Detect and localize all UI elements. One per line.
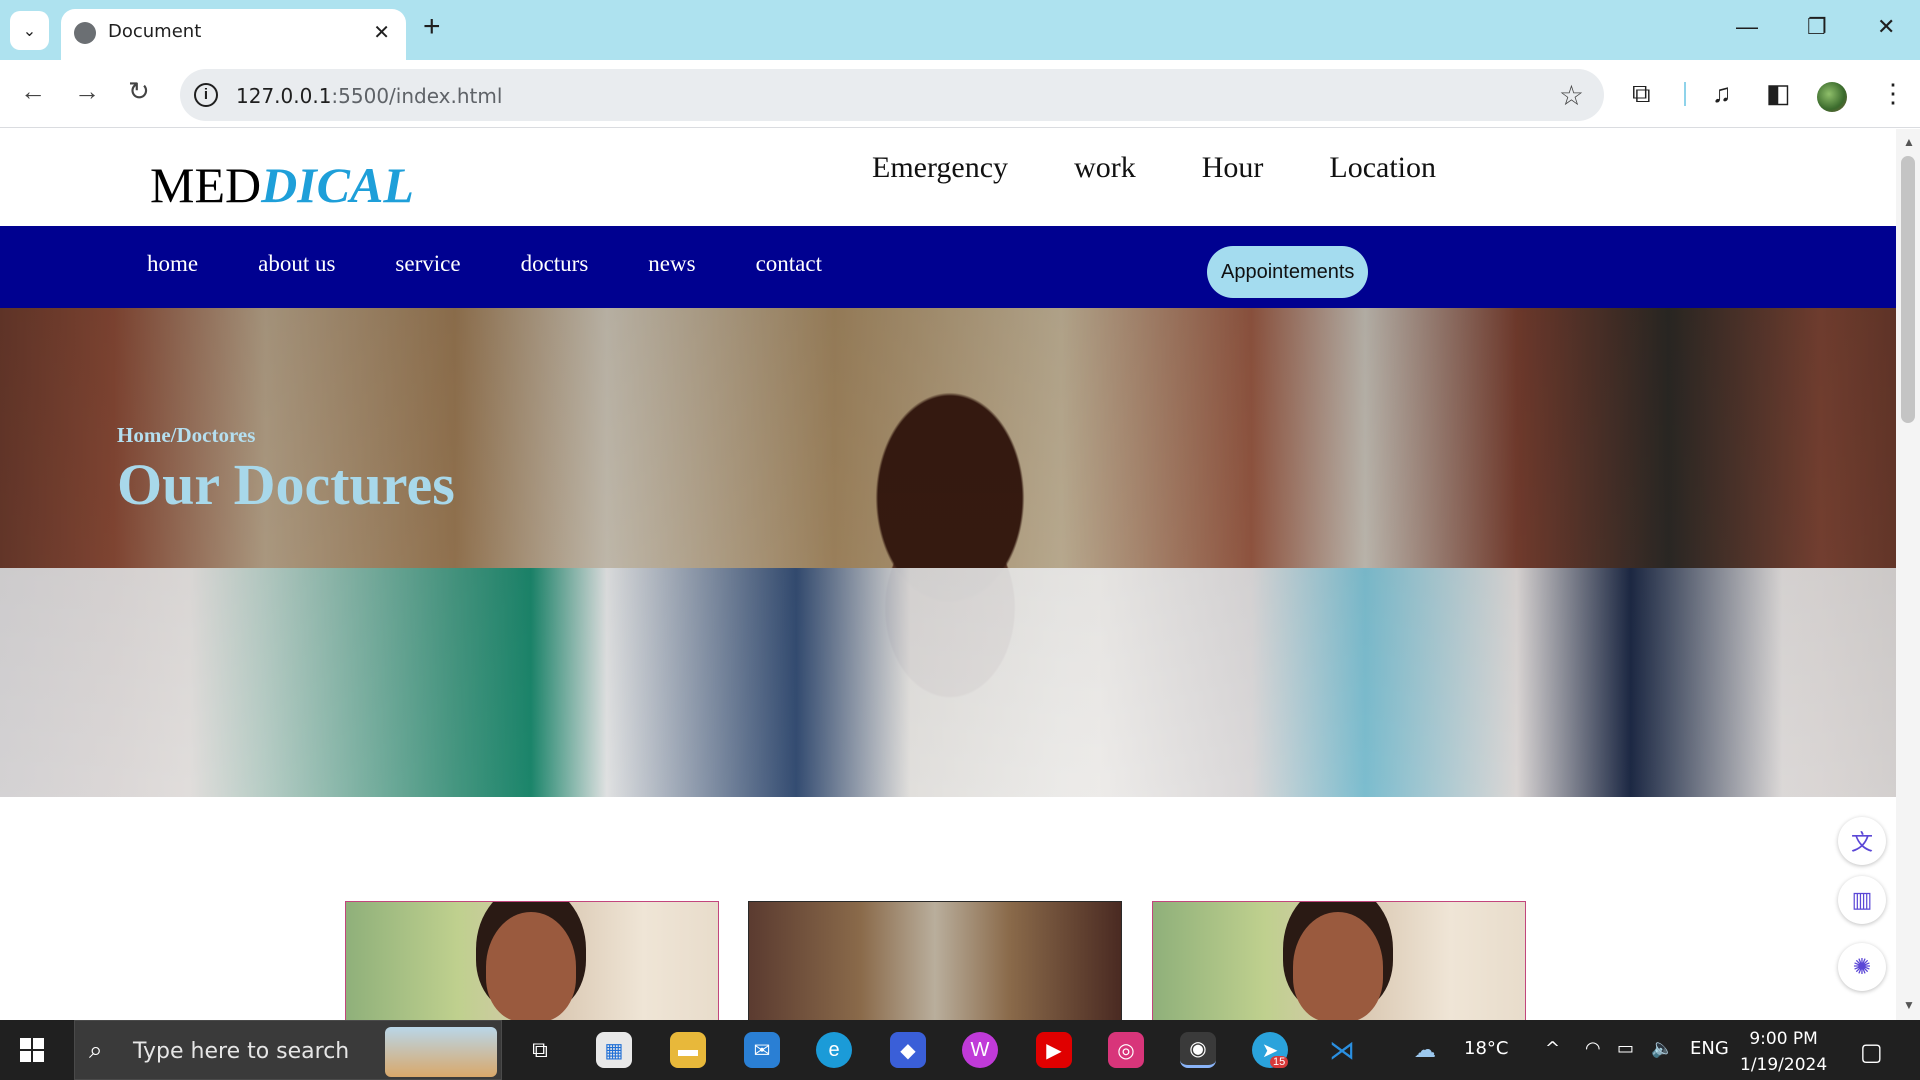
search-highlight-image [385, 1027, 497, 1077]
url-text: 127.0.0.1:5500/index.html [236, 84, 502, 108]
page-scrollbar[interactable]: ▲ ▼ [1896, 129, 1920, 1020]
doctor-card-1[interactable] [345, 901, 719, 1020]
media-control-icon[interactable]: ♫ [1712, 80, 1732, 106]
site-logo[interactable]: MEDDICAL [150, 156, 414, 214]
doctor-photo [486, 912, 576, 1020]
globe-icon [74, 22, 96, 44]
top-link-emergency[interactable]: Emergency [872, 151, 1008, 185]
close-tab-icon[interactable]: ✕ [373, 20, 390, 45]
browser-tab[interactable]: Document ✕ [61, 9, 406, 60]
search-icon: ⌕ [89, 1037, 103, 1064]
translate-icon[interactable]: 文 [1838, 817, 1886, 865]
wps-icon[interactable]: W [962, 1032, 998, 1068]
site-info-icon[interactable]: i [194, 83, 218, 107]
minimize-icon[interactable]: — [1736, 14, 1758, 40]
scroll-up-icon[interactable]: ▲ [1903, 135, 1915, 149]
task-view-icon[interactable]: ⧉ [522, 1032, 558, 1068]
file-explorer-icon[interactable]: ▬ [670, 1032, 706, 1068]
chevron-down-icon: ⌄ [22, 22, 37, 40]
nav-links: home about us service docturs news conta… [147, 251, 822, 277]
toolbar-divider [1684, 82, 1686, 106]
nav-about-us[interactable]: about us [258, 251, 335, 277]
profile-avatar[interactable] [1817, 82, 1847, 112]
site-header: MEDDICAL Emergency work Hour Location [0, 129, 1896, 226]
address-bar[interactable]: i 127.0.0.1:5500/index.html ☆ [180, 69, 1604, 121]
main-nav: home about us service docturs news conta… [0, 226, 1896, 308]
vscode-icon[interactable]: ⋊ [1324, 1032, 1360, 1068]
wifi-icon[interactable]: ◠ [1585, 1038, 1601, 1059]
side-panel-icon[interactable]: ◧ [1766, 80, 1791, 106]
weather-icon[interactable]: ☁ [1414, 1038, 1436, 1063]
taskbar-search[interactable]: ⌕ Type here to search [74, 1020, 502, 1080]
telegram-badge: 15 [1270, 1056, 1289, 1068]
nav-news[interactable]: news [648, 251, 695, 277]
top-link-work[interactable]: work [1074, 151, 1136, 185]
url-path: :5500/index.html [331, 84, 503, 108]
browser-toolbar: ← → ↻ i 127.0.0.1:5500/index.html ☆ ⧉ ♫ … [0, 60, 1920, 128]
top-link-hour[interactable]: Hour [1202, 151, 1264, 185]
windows-taskbar: ⌕ Type here to search ⧉ ▦ ▬ ✉ e ◆ W ▶ ◎ … [0, 1020, 1920, 1080]
clock-time: 9:00 PM [1749, 1029, 1818, 1049]
edge-icon[interactable]: e [816, 1032, 852, 1068]
back-icon[interactable]: ← [20, 78, 46, 104]
forward-icon[interactable]: → [74, 78, 100, 104]
url-host: 127.0.0.1 [236, 84, 332, 108]
new-tab-icon[interactable]: + [423, 12, 441, 42]
close-window-icon[interactable]: ✕ [1877, 14, 1895, 40]
restore-icon[interactable]: ❐ [1807, 14, 1827, 40]
volume-icon[interactable]: 🔈 [1651, 1038, 1673, 1059]
doctor-card-2[interactable] [748, 901, 1122, 1020]
clock-date: 1/19/2024 [1740, 1055, 1828, 1075]
nav-service[interactable]: service [395, 251, 460, 277]
page-title: Our Doctures [117, 452, 455, 517]
youtube-icon[interactable]: ▶ [1036, 1032, 1072, 1068]
tab-search-button[interactable]: ⌄ [10, 11, 49, 50]
store-icon[interactable]: ▦ [596, 1032, 632, 1068]
scrollbar-thumb[interactable] [1901, 156, 1915, 423]
logo-accent: DICAL [261, 157, 414, 213]
doctor-card-3[interactable] [1152, 901, 1526, 1020]
copilot-icon[interactable]: ◆ [890, 1032, 926, 1068]
tray-overflow-icon[interactable]: ^ [1545, 1038, 1560, 1059]
top-links: Emergency work Hour Location [872, 151, 1436, 185]
weather-temp[interactable]: 18°C [1464, 1038, 1508, 1059]
reader-mode-icon[interactable]: ▥ [1838, 876, 1886, 924]
reload-icon[interactable]: ↻ [128, 78, 150, 104]
nav-docturs[interactable]: docturs [521, 251, 589, 277]
nav-contact[interactable]: contact [756, 251, 822, 277]
browser-tab-bar: ⌄ Document ✕ + — ❐ ✕ [0, 0, 1920, 60]
notifications-icon[interactable]: ▢ [1860, 1038, 1883, 1066]
mail-icon[interactable]: ✉ [744, 1032, 780, 1068]
taskbar-clock[interactable]: 9:00 PM 1/19/2024 [1740, 1026, 1827, 1078]
menu-icon[interactable]: ⋮ [1880, 80, 1906, 106]
tab-title: Document [108, 21, 202, 42]
appointments-button[interactable]: Appointements [1207, 246, 1369, 298]
battery-icon[interactable]: ▭ [1617, 1038, 1634, 1059]
instagram-icon[interactable]: ◎ [1108, 1032, 1144, 1068]
hero-banner: Home/Doctores Our Doctures [0, 308, 1896, 797]
top-link-location[interactable]: Location [1329, 151, 1436, 185]
chrome-icon[interactable]: ◉ [1180, 1032, 1216, 1068]
bookmark-star-icon[interactable]: ☆ [1559, 79, 1584, 112]
scroll-down-icon[interactable]: ▼ [1903, 998, 1915, 1012]
hero-overlay [0, 308, 1896, 797]
doctor-photo [1293, 912, 1383, 1020]
page-viewport: MEDDICAL Emergency work Hour Location ho… [0, 129, 1896, 1020]
logo-plain: MED [150, 157, 262, 213]
breadcrumb: Home/Doctores [117, 423, 256, 447]
windows-start-icon[interactable] [20, 1038, 44, 1062]
search-placeholder: Type here to search [133, 1039, 350, 1064]
language-indicator[interactable]: ENG [1690, 1038, 1729, 1059]
ai-assistant-icon[interactable]: ✺ [1838, 943, 1886, 991]
extensions-icon[interactable]: ⧉ [1632, 80, 1651, 106]
nav-home[interactable]: home [147, 251, 198, 277]
